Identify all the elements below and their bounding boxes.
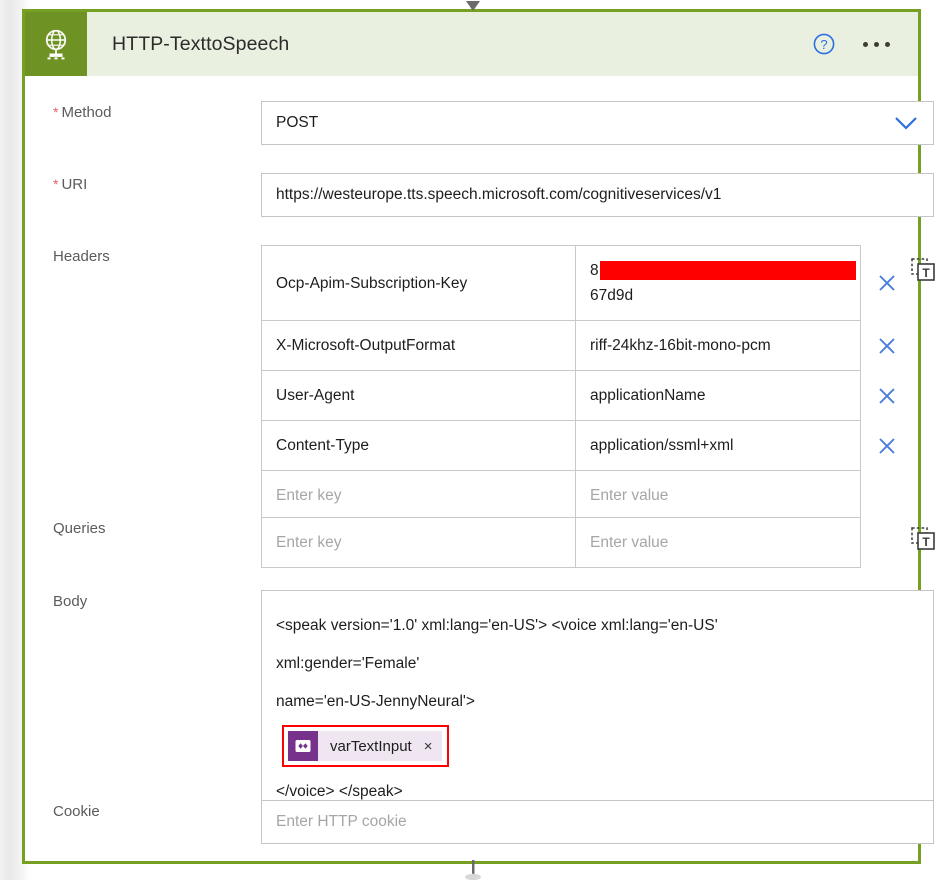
more-options-button[interactable]: [861, 36, 892, 53]
connector-stub-bottom: [464, 860, 481, 880]
cookie-input[interactable]: Enter HTTP cookie: [261, 800, 934, 844]
field-row-uri: * URI https://westeurope.tts.speech.micro…: [25, 173, 934, 217]
action-header[interactable]: HTTP-TexttoSpeech ?: [25, 12, 918, 76]
ellipsis-dot: [874, 41, 879, 47]
field-row-headers: Headers Ocp-Apim-Subscription-Key 8 67d9…: [25, 245, 935, 521]
token-highlight: varTextInput ×: [282, 725, 450, 767]
body-editor[interactable]: <speak version='1.0' xml:lang='en-US'> <…: [261, 590, 934, 826]
close-icon[interactable]: [874, 333, 900, 359]
table-row: X-Microsoft-OutputFormat riff-24khz-16bi…: [262, 321, 895, 371]
body-line: xml:gender='Female': [276, 655, 420, 672]
table-row: Content-Type application/ssml+xml: [262, 421, 895, 471]
flow-designer-canvas: HTTP-TexttoSpeech ? * Method POST * URI …: [0, 0, 945, 880]
svg-text:?: ?: [820, 37, 827, 52]
header-actions: ?: [811, 12, 918, 76]
token-label: varTextInput: [330, 737, 412, 755]
action-title: HTTP-TexttoSpeech: [112, 32, 290, 55]
required-asterisk: *: [53, 176, 59, 192]
method-value: POST: [276, 114, 319, 131]
table-row: Ocp-Apim-Subscription-Key 8 67d9d: [262, 246, 895, 321]
svg-text:T: T: [922, 535, 930, 549]
body-label: Body: [53, 593, 88, 610]
field-row-cookie: Cookie Enter HTTP cookie: [25, 800, 934, 844]
table-row: User-Agent applicationName: [262, 371, 895, 421]
header-key[interactable]: User-Agent: [262, 371, 576, 420]
header-key-input[interactable]: Enter key: [262, 471, 576, 520]
field-row-body: Body <speak version='1.0' xml:lang='en-U…: [25, 590, 934, 826]
dynamic-content-token[interactable]: varTextInput ×: [288, 731, 443, 761]
switch-to-text-mode-icon[interactable]: T: [909, 525, 937, 553]
method-label: * Method: [53, 104, 112, 121]
body-line: name='en-US-JennyNeural'>: [276, 693, 475, 710]
close-icon[interactable]: [874, 383, 900, 409]
table-row-new: Enter key Enter value: [262, 518, 860, 568]
table-row-new: Enter key Enter value: [262, 471, 860, 521]
queries-label: Queries: [53, 520, 106, 537]
variables-icon: [288, 731, 318, 761]
header-value[interactable]: applicationName: [576, 371, 860, 420]
uri-label: * URI: [53, 176, 88, 193]
method-select[interactable]: POST: [261, 101, 934, 145]
http-action-card: HTTP-TexttoSpeech ? * Method POST * URI …: [22, 9, 935, 880]
token-remove-icon[interactable]: ×: [424, 739, 433, 754]
close-icon[interactable]: [874, 270, 900, 296]
connector-arrow-top: [465, 0, 481, 12]
header-value-suffix: 67d9d: [590, 287, 634, 304]
header-value-prefix: 8: [590, 262, 599, 279]
help-icon[interactable]: ?: [811, 31, 837, 57]
field-row-queries: Queries Enter key Enter value T: [25, 517, 935, 568]
ellipsis-dot: [863, 41, 868, 47]
switch-to-text-mode-icon[interactable]: T: [909, 256, 937, 284]
header-key[interactable]: X-Microsoft-OutputFormat: [262, 321, 576, 370]
required-asterisk: *: [53, 104, 59, 120]
queries-grid: Enter key Enter value: [261, 517, 861, 568]
headers-label: Headers: [53, 248, 110, 265]
svg-text:T: T: [922, 266, 930, 280]
query-value-input[interactable]: Enter value: [576, 518, 860, 567]
header-value[interactable]: 8 67d9d: [576, 246, 870, 320]
header-value[interactable]: riff-24khz-16bit-mono-pcm: [576, 321, 860, 370]
header-key[interactable]: Ocp-Apim-Subscription-Key: [262, 246, 576, 320]
chevron-down-icon[interactable]: [893, 115, 919, 131]
header-key[interactable]: Content-Type: [262, 421, 576, 470]
header-value-input[interactable]: Enter value: [576, 471, 860, 520]
uri-value: https://westeurope.tts.speech.microsoft.…: [276, 186, 722, 203]
globe-icon: [25, 12, 87, 76]
body-line: <speak version='1.0' xml:lang='en-US'> <…: [276, 617, 718, 634]
headers-grid: Ocp-Apim-Subscription-Key 8 67d9d X-Micr…: [261, 245, 895, 521]
field-row-method: * Method POST: [25, 101, 934, 145]
cookie-label: Cookie: [53, 803, 100, 820]
redaction-bar: [599, 261, 856, 280]
uri-input[interactable]: https://westeurope.tts.speech.microsoft.…: [261, 173, 934, 217]
query-key-input[interactable]: Enter key: [262, 518, 576, 567]
close-icon[interactable]: [874, 433, 900, 459]
ellipsis-dot: [885, 41, 890, 47]
header-value[interactable]: application/ssml+xml: [576, 421, 860, 470]
